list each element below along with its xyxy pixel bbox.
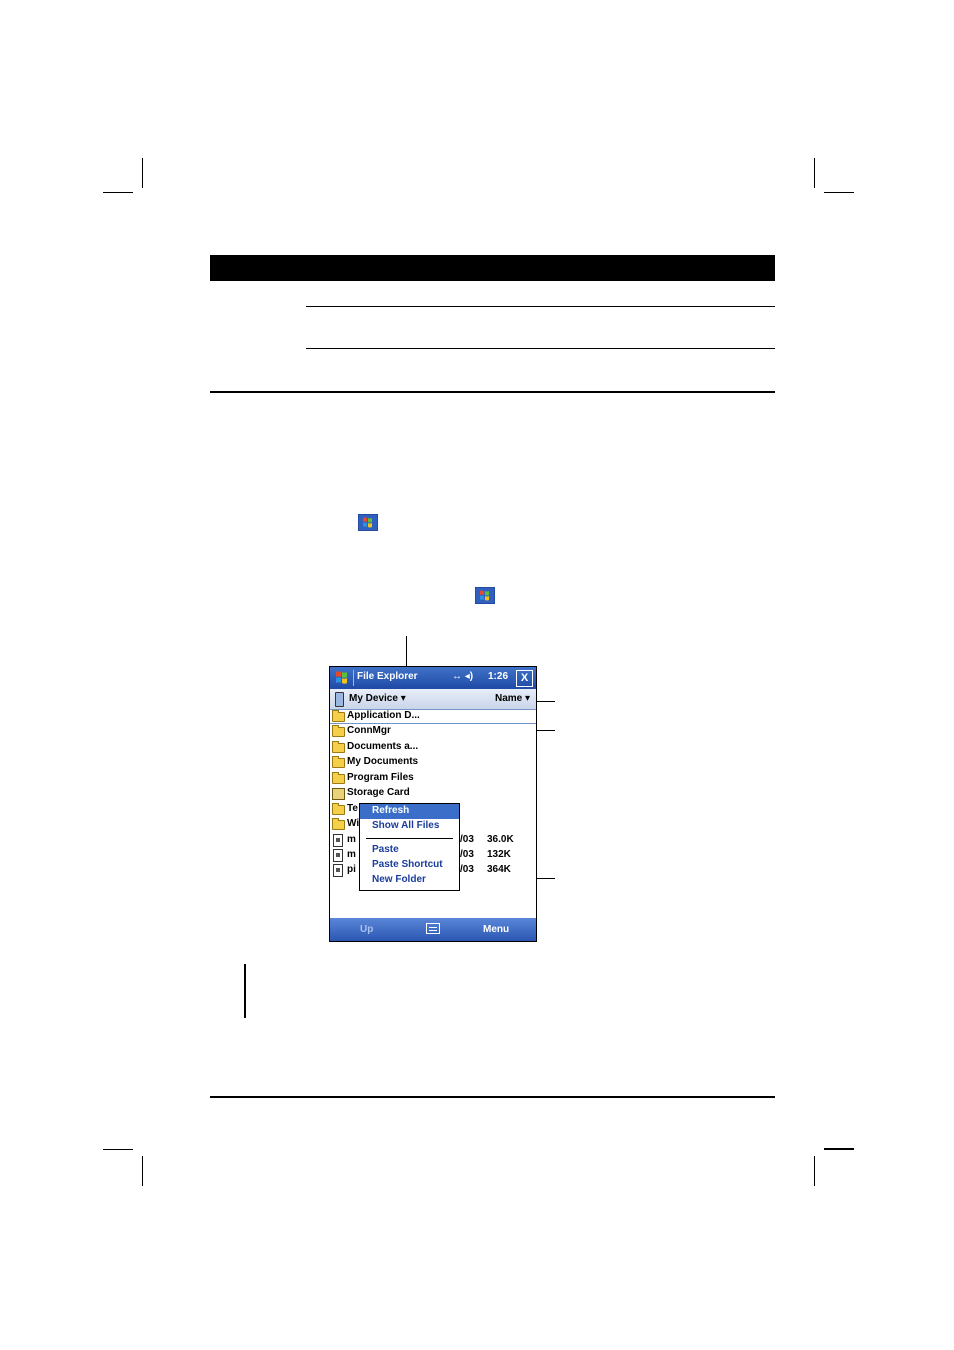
file-icon (333, 849, 343, 862)
menu-softkey[interactable]: Menu (483, 924, 509, 935)
location-dropdown[interactable]: My Device ▾ (349, 693, 406, 704)
callout-line-sort (535, 701, 555, 702)
menu-item-paste[interactable]: Paste (360, 843, 459, 858)
menu-item-label: New Folder (372, 874, 426, 885)
item-date: /03 (460, 864, 474, 875)
list-item[interactable]: Application D... (330, 709, 536, 724)
folder-icon (332, 818, 345, 830)
item-name: Documents a... (347, 741, 419, 752)
up-softkey[interactable]: Up (360, 924, 373, 935)
crop-mark-top-right-v (814, 158, 815, 188)
crop-mark-top-right-h (824, 192, 854, 193)
path-bar: My Device ▾ Name ▾ (330, 689, 536, 710)
sort-arrow-icon: ▾ (525, 693, 531, 704)
close-button[interactable]: X (516, 670, 533, 687)
menu-item-new-folder[interactable]: New Folder (360, 873, 459, 888)
menu-item-label: Paste (372, 844, 399, 855)
crop-mark-top-left-h (103, 192, 133, 193)
item-size: 132K (487, 849, 511, 860)
item-name: Application D... (347, 710, 420, 721)
soft-key-bar: Up Menu (330, 918, 536, 941)
file-icon (333, 834, 343, 847)
item-size: 36.0K (487, 834, 514, 845)
file-icon (333, 864, 343, 877)
title-bar: File Explorer ↔ ◂) 1:26 X (330, 667, 536, 689)
folder-icon (332, 772, 345, 784)
sort-label: Name (495, 693, 523, 704)
location-label: My Device (349, 693, 398, 704)
sort-dropdown[interactable]: Name ▾ (495, 693, 530, 704)
crop-mark-bottom-right-h (824, 1148, 854, 1150)
location-arrow-icon: ▾ (400, 693, 406, 704)
pda-screen: File Explorer ↔ ◂) 1:26 X My Device ▾ Na… (329, 666, 537, 942)
menu-item-label: Show All Files (372, 820, 440, 831)
device-icon (335, 692, 344, 707)
item-name: Program Files (347, 772, 414, 783)
item-date: /03 (460, 834, 474, 845)
crop-mark-bottom-right-v (814, 1156, 815, 1186)
header-rule-1 (306, 306, 775, 307)
windows-start-icon (475, 587, 495, 604)
item-size: 364K (487, 864, 511, 875)
item-name: Wi (347, 818, 360, 829)
item-name: ConnMgr (347, 725, 391, 736)
list-item[interactable]: My Documents (330, 755, 536, 770)
start-menu-icon[interactable] (333, 669, 351, 686)
menu-item-refresh[interactable]: Refresh (360, 804, 459, 819)
chapter-header-bar (210, 255, 775, 281)
item-name: My Documents (347, 756, 419, 767)
menu-item-label: Refresh (372, 805, 410, 816)
item-name: m (347, 849, 356, 860)
header-rule-2 (306, 348, 775, 349)
windows-start-icon (358, 514, 378, 531)
list-item[interactable]: Storage Card (330, 786, 536, 801)
footer-rule (210, 1096, 775, 1098)
title-separator (353, 670, 354, 686)
clock[interactable]: 1:26 (488, 671, 508, 682)
note-bar (244, 964, 246, 1018)
item-name: Storage Card (347, 787, 410, 798)
keyboard-icon[interactable] (426, 923, 440, 934)
app-title: File Explorer (357, 671, 418, 682)
menu-separator (366, 838, 453, 839)
menu-item-label: Paste Shortcut (372, 859, 443, 870)
crop-mark-bottom-left-h (103, 1149, 133, 1150)
folder-icon (332, 803, 345, 815)
list-item[interactable]: Program Files (330, 771, 536, 786)
folder-icon (332, 741, 345, 753)
menu-item-paste-shortcut[interactable]: Paste Shortcut (360, 858, 459, 873)
list-item[interactable]: Documents a... (330, 740, 536, 755)
storage-card-icon (332, 788, 345, 800)
item-name: m (347, 834, 356, 845)
item-name: pi (347, 864, 356, 875)
context-menu: Refresh Show All Files Paste Paste Short… (359, 803, 460, 891)
folder-icon (332, 710, 345, 722)
folder-icon (332, 725, 345, 737)
list-item[interactable]: ConnMgr (330, 724, 536, 739)
crop-mark-top-left-v (142, 158, 143, 188)
connectivity-volume-icons[interactable]: ↔ ◂) (452, 671, 473, 682)
crop-mark-bottom-left-v (142, 1156, 143, 1186)
item-date: /03 (460, 849, 474, 860)
menu-item-show-all-files[interactable]: Show All Files (360, 819, 459, 834)
item-name: Te (347, 803, 358, 814)
section-rule (210, 391, 775, 393)
folder-icon (332, 756, 345, 768)
